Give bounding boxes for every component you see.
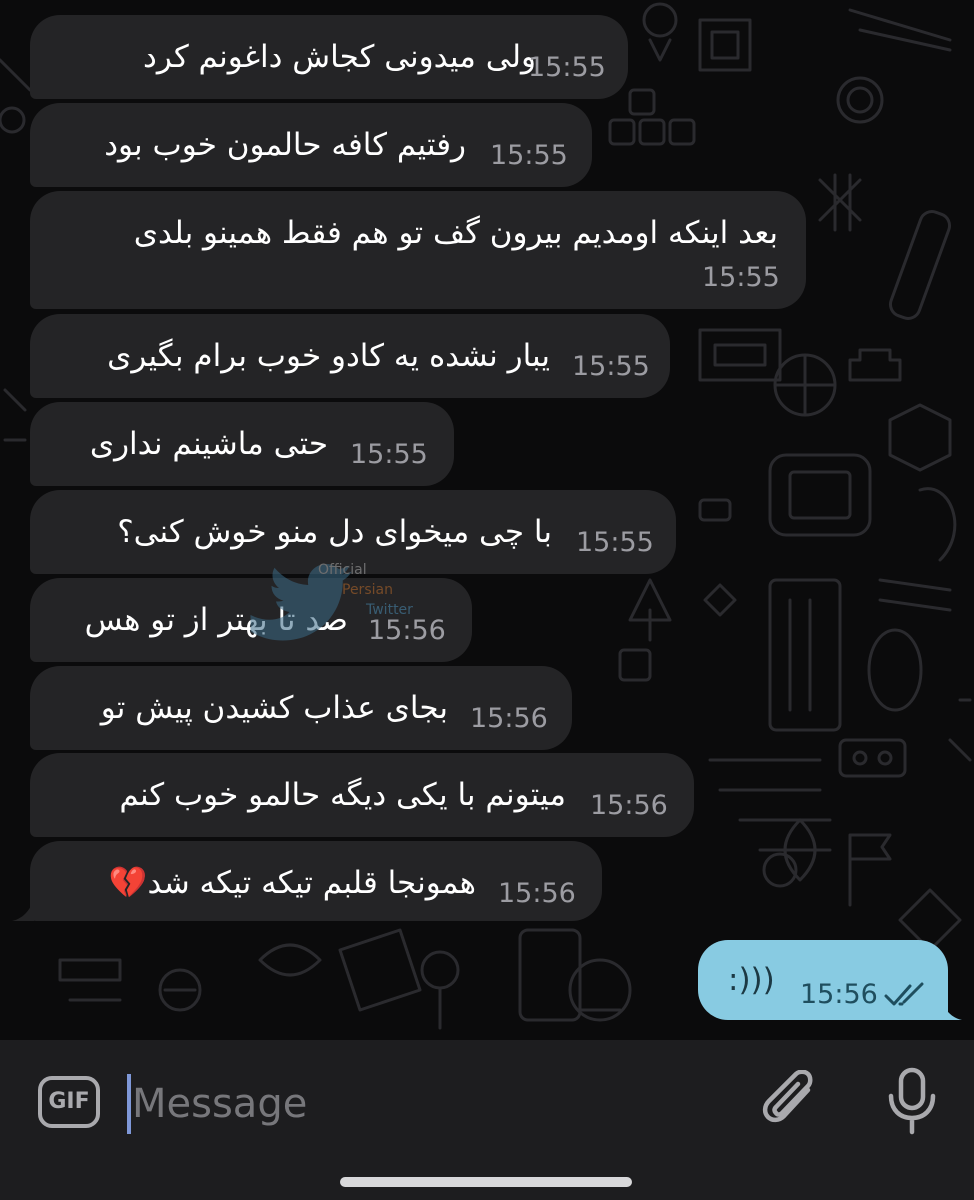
message-time: 15:55 xyxy=(702,262,780,293)
watermark-line: Twitter xyxy=(366,602,413,618)
message-time: 15:56 xyxy=(368,615,446,646)
watermark: Official Persian Twitter xyxy=(238,540,413,664)
message-text: ولی میدونی کجاش داغونم کرد xyxy=(143,39,536,75)
message-input[interactable] xyxy=(132,1074,732,1134)
incoming-message-bubble[interactable]: بعد اینکه اومدیم بیرون گف تو هم فقط همین… xyxy=(30,191,806,309)
bubble-tail xyxy=(940,998,962,1020)
message-time: 15:56 xyxy=(470,703,548,734)
incoming-message-bubble[interactable]: حتی ماشینم نداری 15:55 xyxy=(30,402,454,486)
message-time: 15:56 xyxy=(590,790,668,821)
message-text: بعد اینکه اومدیم بیرون گف تو هم فقط همین… xyxy=(133,215,778,251)
watermark-line: Official xyxy=(318,562,367,578)
message-time: 15:55 xyxy=(572,351,650,382)
message-text: یبار نشده یه کادو خوب برام بگیری xyxy=(107,338,550,374)
double-check-icon xyxy=(884,982,924,1006)
message-text: :))) xyxy=(728,962,775,998)
incoming-message-bubble[interactable]: ولی میدونی کجاش داغونم کرد 15:55 xyxy=(30,15,628,99)
microphone-icon[interactable] xyxy=(884,1066,940,1136)
incoming-message-bubble[interactable]: میتونم با یکی دیگه حالمو خوب کنم 15:56 xyxy=(30,753,694,837)
incoming-message-bubble[interactable]: رفتیم کافه حالمون خوب بود 15:55 xyxy=(30,103,592,187)
message-time: 15:55 xyxy=(350,439,428,470)
message-text: حتی ماشینم نداری xyxy=(89,426,328,462)
home-indicator xyxy=(340,1177,632,1187)
message-text: میتونم با یکی دیگه حالمو خوب کنم xyxy=(119,777,566,813)
twitter-bird-icon xyxy=(250,564,352,641)
paperclip-icon[interactable] xyxy=(762,1070,822,1136)
bubble-tail xyxy=(12,899,34,921)
message-list[interactable]: ولی میدونی کجاش داغونم کرد 15:55 رفتیم ک… xyxy=(0,0,974,1040)
gif-button[interactable]: GIF xyxy=(38,1076,100,1128)
outgoing-message-bubble[interactable]: :))) 15:56 xyxy=(698,940,948,1020)
text-cursor xyxy=(127,1074,131,1134)
incoming-message-bubble[interactable]: بجای عذاب کشیدن پیش تو 15:56 xyxy=(30,666,572,750)
message-text: همونجا قلبم تیکه تیکه شد💔 xyxy=(108,865,476,901)
incoming-message-bubble[interactable]: همونجا قلبم تیکه تیکه شد💔 15:56 xyxy=(30,841,602,921)
message-time: 15:55 xyxy=(528,52,606,83)
message-time: 15:56 xyxy=(800,979,878,1010)
message-text: بجای عذاب کشیدن پیش تو xyxy=(100,690,448,726)
incoming-message-bubble[interactable]: یبار نشده یه کادو خوب برام بگیری 15:55 xyxy=(30,314,670,398)
message-time: 15:55 xyxy=(490,140,568,171)
message-time: 15:56 xyxy=(498,878,576,909)
message-time: 15:55 xyxy=(576,527,654,558)
message-text: رفتیم کافه حالمون خوب بود xyxy=(104,127,466,163)
watermark-line: Persian xyxy=(342,582,393,598)
